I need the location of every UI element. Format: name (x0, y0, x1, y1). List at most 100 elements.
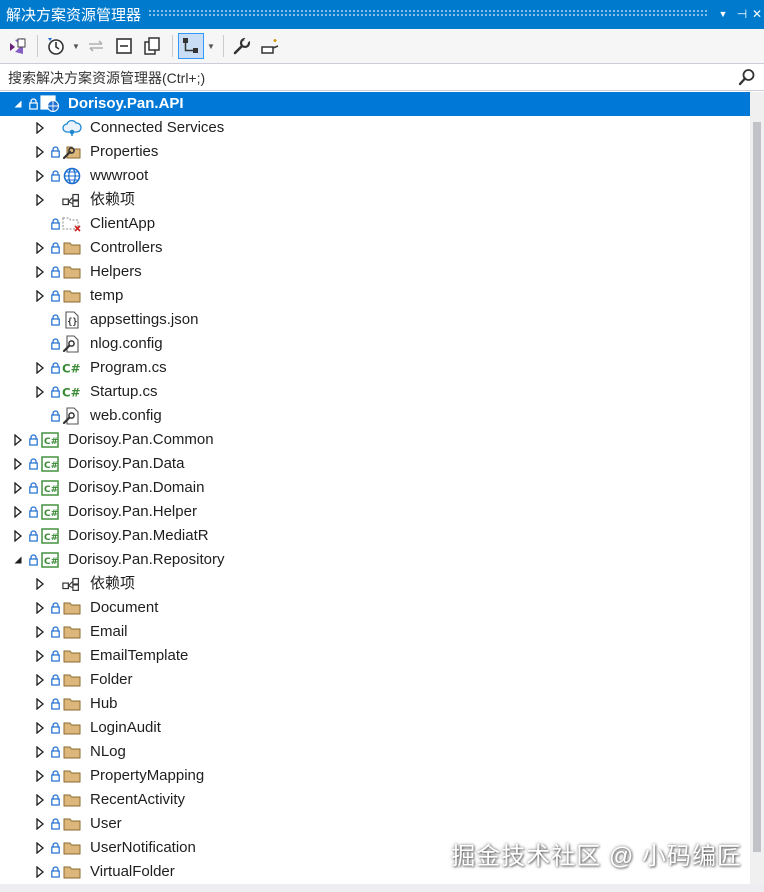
collapsed-arrow-icon[interactable] (34, 620, 46, 644)
collapsed-arrow-icon[interactable] (34, 716, 46, 740)
tree-item[interactable]: RecentActivity (0, 788, 750, 812)
collapsed-arrow-icon[interactable] (34, 188, 46, 212)
collapsed-arrow-icon[interactable] (34, 380, 46, 404)
folder-icon (62, 644, 82, 668)
folder-icon (62, 236, 82, 260)
tree-item[interactable]: C# Dorisoy.Pan.Domain (0, 476, 750, 500)
collapsed-arrow-icon[interactable] (34, 572, 46, 596)
tree-item[interactable]: Helpers (0, 260, 750, 284)
tree-item-label: Dorisoy.Pan.Common (68, 431, 214, 448)
collapsed-arrow-icon[interactable] (34, 812, 46, 836)
tree-item[interactable]: wwwroot (0, 164, 750, 188)
properties-icon (62, 140, 82, 164)
tree-item[interactable]: web.config (0, 404, 750, 428)
folder-icon (62, 668, 82, 692)
tree-item[interactable]: 依赖项 (0, 572, 750, 596)
collapsed-arrow-icon[interactable] (34, 692, 46, 716)
hierarchy-dropdown-icon[interactable]: ▼ (206, 33, 216, 59)
collapsed-arrow-icon[interactable] (34, 140, 46, 164)
close-icon[interactable]: ✕ (748, 5, 764, 23)
tree-item[interactable]: LoginAudit (0, 716, 750, 740)
tree-item[interactable]: PropertyMapping (0, 764, 750, 788)
pending-changes-filter-button[interactable] (43, 33, 69, 59)
sync-with-active-document-button[interactable] (83, 33, 109, 59)
tree-item[interactable]: ClientApp (0, 212, 750, 236)
collapsed-arrow-icon[interactable] (34, 788, 46, 812)
switch-views-button[interactable] (4, 33, 30, 59)
collapsed-arrow-icon[interactable] (12, 524, 24, 548)
csharp-project-icon: C# (40, 452, 60, 476)
lock-icon (28, 500, 38, 524)
json-file-icon: {} (62, 308, 82, 332)
collapsed-arrow-icon[interactable] (34, 836, 46, 860)
expanded-arrow-icon[interactable] (12, 548, 24, 572)
collapsed-arrow-icon[interactable] (12, 476, 24, 500)
show-all-files-button[interactable] (139, 33, 165, 59)
svg-text:C#: C# (44, 485, 58, 495)
tree-item[interactable]: C# Startup.cs (0, 380, 750, 404)
collapsed-arrow-icon[interactable] (34, 116, 46, 140)
collapsed-arrow-icon[interactable] (34, 740, 46, 764)
tree-item[interactable]: C# Dorisoy.Pan.Common (0, 428, 750, 452)
collapsed-arrow-icon[interactable] (34, 236, 46, 260)
folder-icon (62, 716, 82, 740)
csharp-file-icon: C# (62, 380, 82, 404)
window-titlebar: 解决方案资源管理器 ▼ ⊣ ✕ (0, 0, 764, 29)
folder-icon (62, 788, 82, 812)
view-hierarchy-button[interactable] (178, 33, 204, 59)
tree-item[interactable]: Dorisoy.Pan.API (0, 92, 750, 116)
tree-item[interactable]: C# Program.cs (0, 356, 750, 380)
tree-item-label: Dorisoy.Pan.Data (68, 455, 185, 472)
collapsed-arrow-icon[interactable] (12, 452, 24, 476)
filter-dropdown-icon[interactable]: ▼ (71, 33, 81, 59)
preview-selected-items-button[interactable] (257, 33, 283, 59)
tree-item-label: Dorisoy.Pan.API (68, 95, 184, 112)
collapsed-arrow-icon[interactable] (34, 356, 46, 380)
tree-item[interactable]: Folder (0, 668, 750, 692)
properties-button[interactable] (229, 33, 255, 59)
tree-item[interactable]: temp (0, 284, 750, 308)
tree-item[interactable]: C# Dorisoy.Pan.MediatR (0, 524, 750, 548)
expanded-arrow-icon[interactable] (12, 92, 24, 116)
scrollbar-thumb[interactable] (753, 122, 761, 852)
show-all-files-icon (144, 37, 160, 55)
collapsed-arrow-icon[interactable] (34, 164, 46, 188)
tree-item[interactable]: Hub (0, 692, 750, 716)
search-icon[interactable] (738, 68, 756, 86)
tree-item[interactable]: 依赖项 (0, 188, 750, 212)
collapse-all-button[interactable] (111, 33, 137, 59)
tree-item[interactable]: Document (0, 596, 750, 620)
tree-item[interactable]: nlog.config (0, 332, 750, 356)
missing-folder-icon (62, 212, 82, 236)
collapsed-arrow-icon[interactable] (34, 260, 46, 284)
tree-item[interactable]: C# Dorisoy.Pan.Data (0, 452, 750, 476)
vertical-scrollbar[interactable] (750, 92, 764, 892)
collapsed-arrow-icon[interactable] (34, 668, 46, 692)
tree-item[interactable]: NLog (0, 740, 750, 764)
lock-icon (50, 692, 60, 716)
window-menu-icon[interactable]: ▼ (714, 5, 732, 23)
collapsed-arrow-icon[interactable] (34, 284, 46, 308)
csharp-project-icon: C# (40, 524, 60, 548)
tree-item[interactable]: Connected Services (0, 116, 750, 140)
svg-text:C#: C# (44, 557, 58, 567)
tree-item[interactable]: User (0, 812, 750, 836)
tree-item[interactable]: Controllers (0, 236, 750, 260)
titlebar-grip[interactable] (148, 9, 708, 17)
collapsed-arrow-icon[interactable] (12, 428, 24, 452)
tree-item[interactable]: Email (0, 620, 750, 644)
tree-item[interactable]: EmailTemplate (0, 644, 750, 668)
tree-item[interactable]: C# Dorisoy.Pan.Helper (0, 500, 750, 524)
collapsed-arrow-icon[interactable] (34, 644, 46, 668)
collapsed-arrow-icon[interactable] (12, 500, 24, 524)
tree-item[interactable]: C# Dorisoy.Pan.Repository (0, 548, 750, 572)
tree-item[interactable]: Properties (0, 140, 750, 164)
tree-item[interactable]: {} appsettings.json (0, 308, 750, 332)
preview-icon (261, 39, 279, 54)
search-input[interactable] (0, 64, 740, 92)
collapsed-arrow-icon[interactable] (34, 764, 46, 788)
collapsed-arrow-icon[interactable] (34, 860, 46, 884)
csharp-file-icon: C# (62, 356, 82, 380)
collapsed-arrow-icon[interactable] (34, 596, 46, 620)
csharp-project-icon: C# (40, 548, 60, 572)
